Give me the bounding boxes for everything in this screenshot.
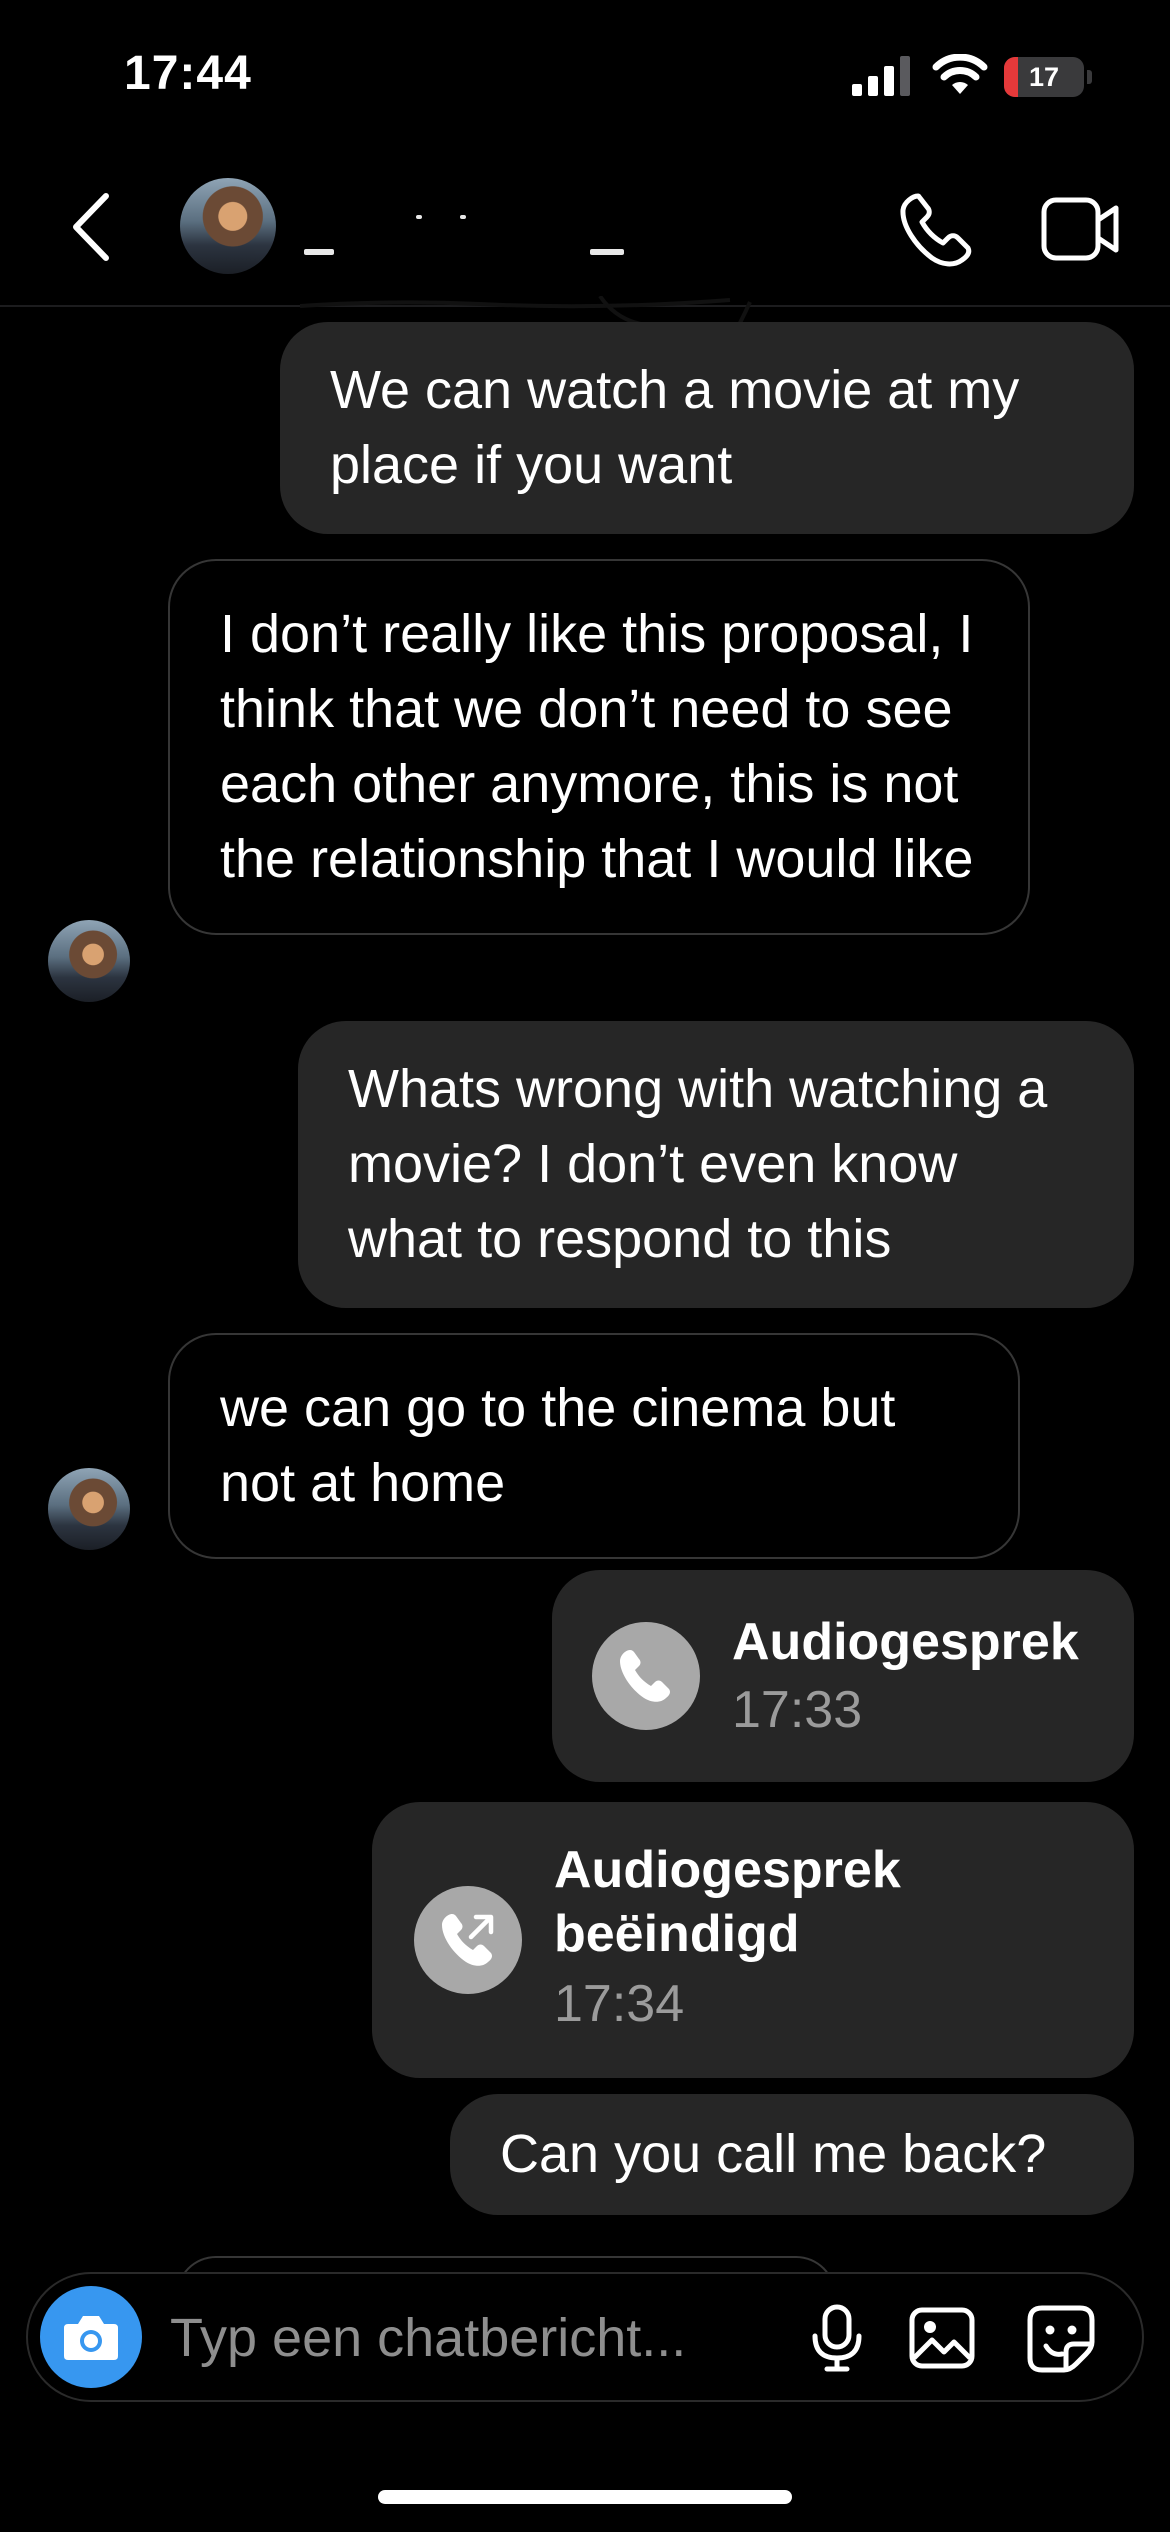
phone-icon	[592, 1622, 700, 1730]
battery-indicator: 17	[1004, 57, 1092, 97]
message-input[interactable]	[170, 2302, 790, 2374]
avatar[interactable]	[48, 920, 130, 1002]
message-bubble-received[interactable]: we can go to the cinema but not at home	[168, 1333, 1020, 1559]
wifi-icon	[932, 54, 988, 94]
avatar[interactable]	[48, 1468, 130, 1550]
chat-header	[0, 150, 1170, 307]
chevron-left-icon[interactable]	[68, 190, 118, 264]
message-text: Whats wrong with watching a movie? I don…	[348, 1059, 1048, 1269]
message-bubble-sent[interactable]: Can you call me back?	[450, 2094, 1134, 2215]
call-log-bubble[interactable]: Audiogesprek beëindigd 17:34	[372, 1802, 1134, 2078]
camera-button[interactable]	[40, 2286, 142, 2388]
sticker-icon[interactable]	[1026, 2304, 1096, 2374]
phone-outgoing-icon	[414, 1886, 522, 1994]
message-text: We can watch a movie at my place if you …	[330, 360, 1020, 495]
camera-icon	[64, 2316, 118, 2360]
status-time: 17:44	[124, 47, 252, 100]
home-indicator[interactable]	[378, 2490, 792, 2504]
status-bar: 17:44 17	[0, 0, 1170, 150]
message-text: we can go to the cinema but not at home	[220, 1378, 896, 1513]
microphone-icon[interactable]	[806, 2304, 868, 2372]
image-icon[interactable]	[908, 2306, 976, 2370]
call-time: 17:33	[732, 1681, 863, 1739]
cellular-signal-icon	[852, 56, 910, 96]
video-camera-icon[interactable]	[1040, 194, 1122, 264]
message-composer	[26, 2272, 1144, 2402]
call-title: Audiogesprek	[732, 1613, 1079, 1671]
message-bubble-sent[interactable]: We can watch a movie at my place if you …	[280, 322, 1134, 534]
call-log-bubble[interactable]: Audiogesprek 17:33	[552, 1570, 1134, 1782]
message-bubble-received[interactable]: I don’t really like this proposal, I thi…	[168, 559, 1030, 935]
call-time: 17:34	[554, 1975, 685, 2033]
avatar[interactable]	[180, 178, 276, 274]
message-bubble-sent[interactable]: Whats wrong with watching a movie? I don…	[298, 1021, 1134, 1308]
call-title: Audiogesprek beëindigd	[554, 1841, 901, 1963]
message-text: Can you call me back?	[500, 2124, 1047, 2184]
battery-level: 17	[1028, 62, 1060, 92]
message-text: I don’t really like this proposal, I thi…	[220, 604, 974, 889]
phone-icon[interactable]	[896, 190, 976, 270]
contact-name-redacted[interactable]	[300, 205, 640, 255]
